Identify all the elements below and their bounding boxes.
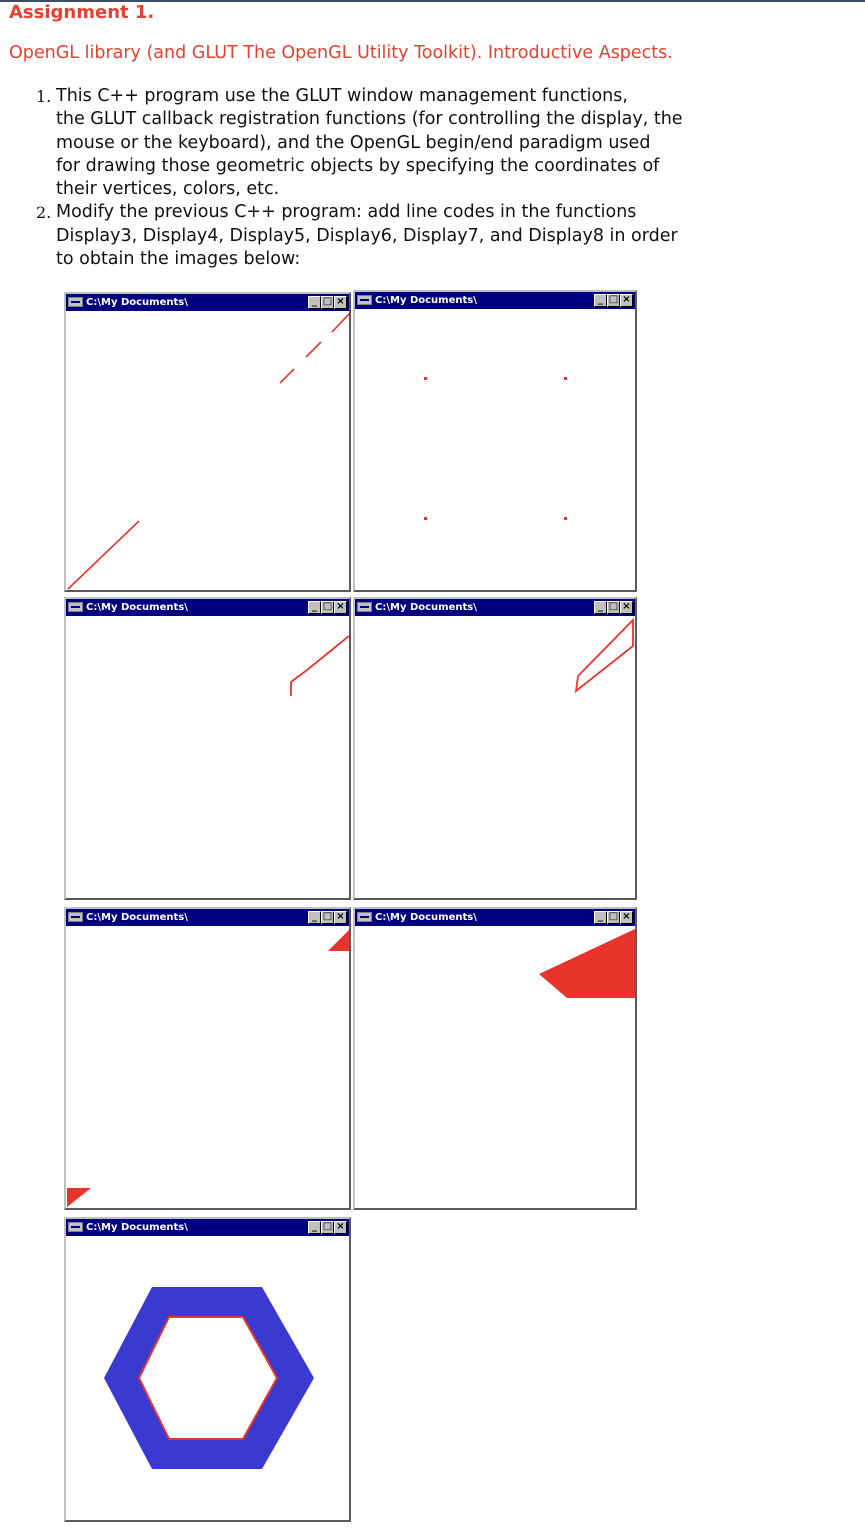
red-triangle-bottom-left: [67, 1188, 91, 1207]
window-controls: _ □ ×: [308, 601, 347, 614]
window-controls: _ □ ×: [308, 296, 347, 309]
glut-window-display4[interactable]: C:\My Documents\ _ □ ×: [353, 290, 637, 592]
window-system-icon[interactable]: [68, 1222, 83, 1232]
maximize-button[interactable]: □: [321, 911, 334, 924]
window-system-icon[interactable]: [357, 295, 372, 305]
window-title: C:\My Documents\: [375, 602, 477, 613]
window-titlebar[interactable]: C:\My Documents\ _ □ ×: [66, 1219, 349, 1236]
window-controls: _ □ ×: [308, 911, 347, 924]
maximize-button[interactable]: □: [607, 294, 620, 307]
red-polygon: [539, 929, 635, 998]
minimize-button[interactable]: _: [594, 911, 607, 924]
glut-window-display6[interactable]: C:\My Documents\ _ □ ×: [353, 597, 637, 900]
window-system-icon[interactable]: [68, 297, 83, 307]
window-title: C:\My Documents\: [375, 912, 477, 923]
window-titlebar[interactable]: C:\My Documents\ _ □ ×: [66, 294, 349, 311]
item-2-line-2: Display3, Display4, Display5, Display6, …: [56, 225, 678, 246]
glut-window-display7[interactable]: C:\My Documents\ _ □ ×: [64, 907, 351, 1210]
drawing-canvas: [539, 929, 635, 998]
window-titlebar[interactable]: C:\My Documents\ _ □ ×: [66, 909, 349, 926]
window-system-icon[interactable]: [68, 912, 83, 922]
drawing-canvas: [424, 377, 567, 520]
item-1-line-3: mouse or the keyboard), and the OpenGL b…: [56, 132, 651, 153]
red-line-strip: [290, 635, 349, 696]
window-titlebar[interactable]: C:\My Documents\ _ □ ×: [355, 292, 635, 309]
drawing-canvas: [67, 930, 349, 1207]
list-number: 2.: [36, 203, 52, 223]
item-2-line-1: Modify the previous C++ program: add lin…: [56, 202, 637, 223]
glut-window-display3[interactable]: C:\My Documents\ _ □ ×: [64, 292, 351, 592]
page-subtitle: OpenGL library (and GLUT The OpenGL Util…: [9, 43, 673, 63]
drawing-canvas: [104, 1287, 314, 1469]
window-title: C:\My Documents\: [86, 297, 188, 308]
window-title: C:\My Documents\: [375, 295, 477, 306]
item-2-line-3: to obtain the images below:: [56, 249, 301, 270]
item-1-line-5: their vertices, colors, etc.: [56, 179, 280, 200]
close-button[interactable]: ×: [620, 911, 633, 924]
red-point: [564, 517, 567, 520]
window-titlebar[interactable]: C:\My Documents\ _ □ ×: [355, 909, 635, 926]
close-button[interactable]: ×: [620, 601, 633, 614]
maximize-button[interactable]: □: [321, 296, 334, 309]
maximize-button[interactable]: □: [607, 911, 620, 924]
window-titlebar[interactable]: C:\My Documents\ _ □ ×: [66, 599, 349, 616]
list-number: 1.: [36, 87, 52, 106]
drawing-canvas: [290, 635, 349, 696]
window-title: C:\My Documents\: [86, 602, 188, 613]
minimize-button[interactable]: _: [594, 294, 607, 307]
item-1-line-4: for drawing those geometric objects by s…: [56, 155, 660, 176]
red-line-loop: [574, 617, 634, 694]
page-title: Assignment 1.: [9, 2, 155, 23]
red-line-dashed-2: [305, 341, 322, 358]
glut-window-hexagon[interactable]: C:\My Documents\ _ □ ×: [64, 1217, 351, 1522]
window-controls: _ □ ×: [594, 294, 633, 307]
window-title: C:\My Documents\: [86, 1222, 188, 1233]
window-system-icon[interactable]: [357, 602, 372, 612]
maximize-button[interactable]: □: [321, 601, 334, 614]
window-controls: _ □ ×: [594, 601, 633, 614]
glut-window-display5[interactable]: C:\My Documents\ _ □ ×: [64, 597, 351, 900]
window-controls: _ □ ×: [308, 1221, 347, 1234]
window-system-icon[interactable]: [357, 912, 372, 922]
maximize-button[interactable]: □: [321, 1221, 334, 1234]
red-point: [424, 517, 427, 520]
red-point: [564, 377, 567, 380]
item-1-line-1: This C++ program use the GLUT window man…: [56, 86, 628, 106]
window-title: C:\My Documents\: [86, 912, 188, 923]
list-item-1: 1. This C++ program use the GLUT window …: [0, 85, 865, 201]
minimize-button[interactable]: _: [594, 601, 607, 614]
drawing-canvas: [574, 617, 634, 694]
red-triangle-top-right: [328, 930, 349, 951]
minimize-button[interactable]: _: [308, 911, 321, 924]
red-point: [424, 377, 427, 380]
close-button[interactable]: ×: [620, 294, 633, 307]
red-line-dashed-3: [279, 368, 295, 384]
minimize-button[interactable]: _: [308, 296, 321, 309]
item-1-line-2: the GLUT callback registration functions…: [56, 109, 683, 130]
drawing-canvas: [67, 312, 349, 590]
minimize-button[interactable]: _: [308, 1221, 321, 1234]
window-controls: _ □ ×: [594, 911, 633, 924]
instruction-list: 1. This C++ program use the GLUT window …: [0, 85, 865, 271]
minimize-button[interactable]: _: [308, 601, 321, 614]
red-line-long: [67, 520, 140, 590]
window-system-icon[interactable]: [68, 602, 83, 612]
close-button[interactable]: ×: [334, 911, 347, 924]
window-titlebar[interactable]: C:\My Documents\ _ □ ×: [355, 599, 635, 616]
close-button[interactable]: ×: [334, 1221, 347, 1234]
list-item-2: 2. Modify the previous C++ program: add …: [0, 201, 865, 271]
red-line-dashed-1: [331, 312, 349, 333]
close-button[interactable]: ×: [334, 601, 347, 614]
close-button[interactable]: ×: [334, 296, 347, 309]
maximize-button[interactable]: □: [607, 601, 620, 614]
glut-window-display8[interactable]: C:\My Documents\ _ □ ×: [353, 907, 637, 1210]
